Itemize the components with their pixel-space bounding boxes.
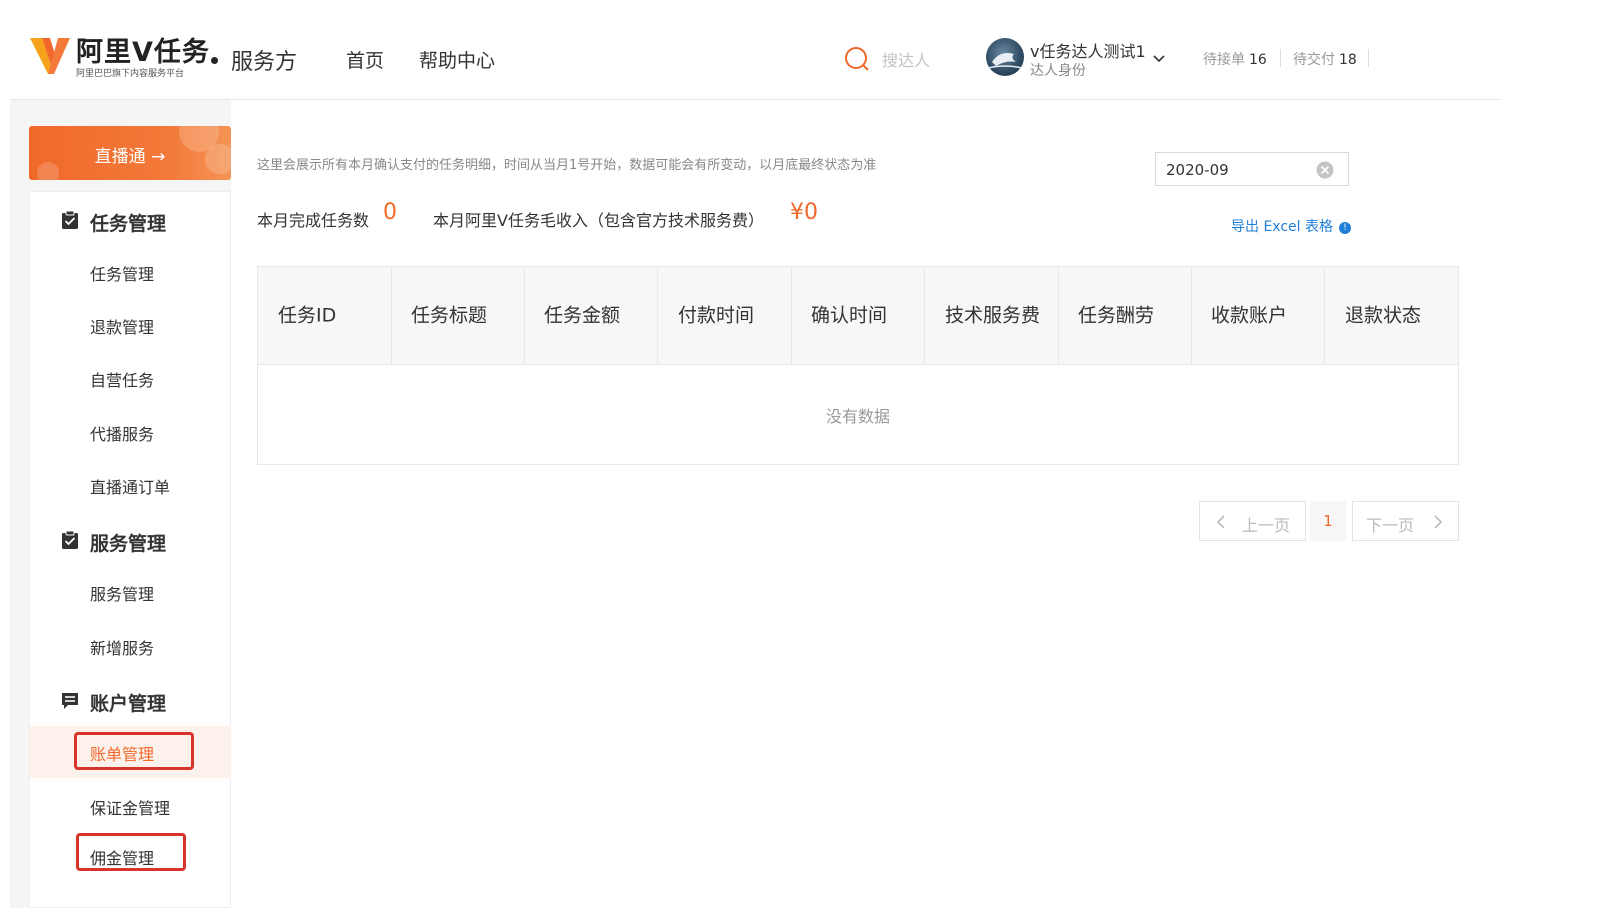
nav-home[interactable]: 首页	[346, 46, 384, 73]
gross-income-value: ¥0	[790, 200, 818, 225]
chevron-down-icon[interactable]	[1152, 54, 1166, 64]
column-label: 付款时间	[678, 304, 755, 327]
section-service-management: 服务管理	[30, 520, 232, 560]
pending-accept-count: 16	[1249, 52, 1267, 68]
highlight-box-commission	[76, 833, 186, 871]
notice-text: 这里会展示所有本月确认支付的任务明细，时间从当月1号开始，数据可能会有所变动，以…	[257, 158, 877, 173]
divider	[1368, 49, 1369, 67]
column-label: 任务酬劳	[1078, 304, 1155, 327]
export-excel-link[interactable]: 导出 Excel 表格!	[1231, 216, 1351, 236]
divider	[1280, 49, 1281, 67]
column-header[interactable]: 技术服务费	[925, 267, 1059, 365]
info-icon[interactable]: !	[1339, 222, 1351, 234]
nav-help-center[interactable]: 帮助中心	[419, 46, 495, 73]
sidebar-item-label: 直播通订单	[90, 478, 171, 497]
top-header: 阿里V任务 阿里巴巴旗下内容服务平台 服务方 首页 帮助中心 搜达人 v任务达人…	[10, 0, 1500, 100]
pending-accept-stat[interactable]: 待接单 16	[1203, 49, 1267, 69]
column-label: 任务金额	[544, 304, 621, 327]
section-task-management: 任务管理	[30, 200, 232, 240]
column-header[interactable]: 任务ID	[258, 267, 392, 365]
next-label: 下一页	[1366, 516, 1415, 535]
sidebar-item-label: 保证金管理	[90, 799, 171, 818]
column-header[interactable]: 收款账户	[1191, 267, 1325, 365]
section-account-management: 账户管理	[30, 680, 232, 720]
empty-state-text: 没有数据	[825, 407, 890, 426]
month-value: 2020-09	[1166, 161, 1229, 179]
table-header: 任务ID 任务标题 任务金额 付款时间 确认时间 技术服务费 任务酬劳 收款账户…	[258, 267, 1458, 365]
sidebar-item-label: 自营任务	[90, 371, 155, 390]
column-header[interactable]: 付款时间	[658, 267, 792, 365]
completed-tasks-value: 0	[383, 200, 397, 225]
sidebar-item-refund-management[interactable]: 退款管理	[30, 299, 232, 351]
column-label: 任务标题	[411, 304, 488, 327]
sidebar-item-deposit-management[interactable]: 保证金管理	[30, 780, 232, 832]
clear-icon[interactable]	[1316, 161, 1334, 179]
highlight-box-bill	[74, 732, 194, 770]
logo-subtitle: 阿里巴巴旗下内容服务平台	[76, 69, 185, 79]
prev-label: 上一页	[1242, 516, 1291, 535]
live-promo-button[interactable]: 直播通 →	[29, 126, 231, 180]
clipboard-check-icon	[62, 530, 78, 549]
main-content: 这里会展示所有本月确认支付的任务明细，时间从当月1号开始，数据可能会有所变动，以…	[231, 100, 1500, 908]
sidebar-item-service-management[interactable]: 服务管理	[30, 566, 232, 618]
dolphin-icon	[987, 53, 1023, 69]
user-name[interactable]: v任务达人测试1	[1030, 38, 1146, 62]
column-header[interactable]: 确认时间	[791, 267, 925, 365]
page-number-current[interactable]: 1	[1310, 501, 1346, 541]
section-title: 服务管理	[90, 533, 167, 555]
clipboard-check-icon	[62, 210, 78, 229]
bill-table: 任务ID 任务标题 任务金额 付款时间 确认时间 技术服务费 任务酬劳 收款账户…	[257, 266, 1459, 465]
section-title: 任务管理	[90, 213, 167, 235]
sidebar-item-proxy-live[interactable]: 代播服务	[30, 406, 232, 458]
column-label: 任务ID	[278, 304, 337, 327]
column-header[interactable]: 任务金额	[524, 267, 658, 365]
v-logo-icon[interactable]	[28, 34, 72, 78]
pending-deliver-stat[interactable]: 待交付 18	[1293, 49, 1357, 69]
column-label: 技术服务费	[945, 304, 1041, 327]
pending-accept-label: 待接单	[1203, 52, 1245, 68]
pending-deliver-count: 18	[1339, 52, 1357, 68]
sidebar-item-live-orders[interactable]: 直播通订单	[30, 459, 232, 511]
promo-label: 直播通 →	[94, 147, 166, 167]
export-label: 导出 Excel 表格	[1231, 219, 1333, 235]
gross-income-label: 本月阿里V任务毛收入（包含官方技术服务费）	[433, 211, 764, 230]
logo-title: 阿里V任务	[76, 37, 210, 68]
completed-tasks-label: 本月完成任务数	[257, 211, 370, 230]
chevron-left-icon	[1216, 515, 1225, 529]
user-identity: 达人身份	[1030, 63, 1086, 79]
sidebar-item-task-management[interactable]: 任务管理	[30, 246, 232, 298]
message-box-icon	[62, 693, 78, 709]
prev-page-button[interactable]: 上一页	[1199, 501, 1306, 541]
column-label: 确认时间	[811, 304, 888, 327]
sidebar-item-add-service[interactable]: 新增服务	[30, 620, 232, 672]
column-label: 收款账户	[1211, 304, 1288, 327]
pending-deliver-label: 待交付	[1293, 52, 1335, 68]
logo-dot	[211, 57, 218, 64]
search-input[interactable]: 搜达人	[882, 47, 930, 71]
sidebar-item-label: 退款管理	[90, 318, 155, 337]
chevron-right-icon	[1434, 515, 1443, 529]
next-page-button[interactable]: 下一页	[1352, 501, 1459, 541]
role-label: 服务方	[231, 50, 298, 75]
column-header[interactable]: 任务酬劳	[1058, 267, 1192, 365]
avatar[interactable]	[986, 38, 1024, 76]
sidebar-item-label: 代播服务	[90, 425, 155, 444]
sidebar-item-self-tasks[interactable]: 自营任务	[30, 352, 232, 404]
month-picker[interactable]: 2020-09	[1155, 152, 1349, 186]
column-label: 退款状态	[1345, 304, 1422, 327]
sidebar-item-label: 服务管理	[90, 585, 155, 604]
column-header[interactable]: 退款状态	[1325, 267, 1459, 365]
column-header[interactable]: 任务标题	[391, 267, 525, 365]
search-icon[interactable]	[844, 46, 870, 72]
sidebar: 任务管理 任务管理 退款管理 自营任务 代播服务 直播通订单 服务管理 服务管理…	[29, 191, 232, 908]
section-title: 账户管理	[90, 693, 167, 715]
sidebar-item-label: 新增服务	[90, 639, 155, 658]
sidebar-item-label: 任务管理	[90, 265, 155, 284]
